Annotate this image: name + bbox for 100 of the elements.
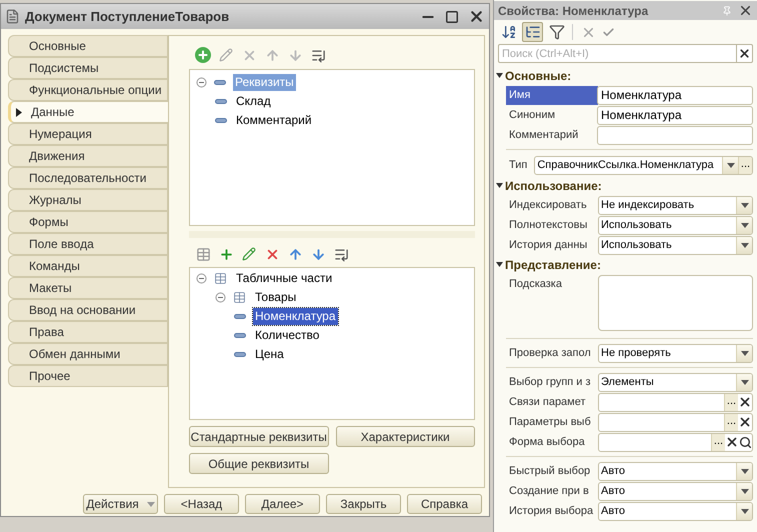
dropdown-icon[interactable] (736, 216, 752, 234)
field-value: СправочникСсылка.Номенклатура (536, 158, 715, 173)
type-field[interactable]: СправочникСсылка.Номенклатура ... (534, 156, 753, 174)
tab[interactable]: Функциональные опции (8, 79, 168, 101)
tree-item[interactable]: Товары (253, 289, 298, 306)
dropdown-icon[interactable] (736, 344, 752, 362)
close-icon[interactable] (468, 8, 485, 25)
tab[interactable]: Движения (8, 145, 168, 167)
dropdown-icon[interactable] (736, 236, 752, 254)
button[interactable]: Общие реквизиты (189, 453, 328, 474)
attribute-icon (234, 314, 246, 319)
dropdown-field[interactable]: Элементы (598, 372, 753, 392)
property-label: Параметры выб (508, 414, 592, 430)
collapse-icon[interactable] (496, 72, 503, 79)
property-label[interactable]: Синоним (506, 106, 598, 124)
add-icon (218, 246, 234, 262)
property-label: Подсказка (508, 277, 563, 292)
tab-label: Права (29, 324, 64, 341)
search-icon[interactable] (739, 436, 752, 448)
more-button[interactable]: ... (724, 414, 738, 430)
tab-label: Ввод на основании (29, 302, 136, 319)
maximize-icon[interactable] (445, 10, 459, 24)
close-icon[interactable] (738, 3, 753, 18)
field-value: Использовать (600, 218, 673, 233)
collapse-icon[interactable] (496, 261, 503, 268)
tab[interactable]: Команды (8, 255, 168, 277)
tab[interactable]: Основные (8, 35, 168, 57)
button[interactable]: Характеристики (336, 426, 475, 447)
apply-icon[interactable] (602, 26, 615, 38)
field-value: Элементы (600, 374, 655, 390)
button[interactable]: Действия (83, 494, 158, 514)
tree-item[interactable]: Номенклатура (253, 308, 338, 325)
dropdown-field[interactable]: Авто (598, 462, 753, 480)
tab-label: Поле ввода (29, 236, 94, 253)
dropdown-icon[interactable] (722, 156, 738, 174)
tab[interactable]: Макеты (8, 277, 168, 299)
more-button[interactable]: ... (724, 394, 738, 410)
picker-field[interactable]: ... (598, 412, 753, 432)
dropdown-field[interactable]: Использовать (598, 216, 753, 234)
dropdown-field[interactable]: Авто (598, 502, 753, 520)
more-button[interactable]: ... (711, 434, 725, 450)
tree-item[interactable]: Склад (234, 93, 273, 110)
dropdown-icon[interactable] (736, 374, 752, 390)
tree-item[interactable]: Комментарий (234, 112, 314, 129)
tab[interactable]: Данные (8, 101, 168, 123)
tab-label: Функциональные опции (29, 82, 162, 99)
dropdown-icon[interactable] (736, 482, 752, 500)
dropdown-field[interactable]: Использовать (598, 236, 753, 254)
collapse-icon[interactable] (215, 292, 226, 303)
button[interactable]: Справка (407, 494, 482, 514)
tab[interactable]: Последовательности (8, 167, 168, 189)
tab-label: Движения (29, 148, 85, 165)
tab-label: Журналы (29, 192, 82, 209)
button[interactable]: Закрыть (326, 494, 401, 514)
dropdown-icon[interactable] (736, 196, 752, 214)
tab[interactable]: Нумерация (8, 123, 168, 145)
list-icon (334, 246, 348, 262)
text-field[interactable] (597, 126, 753, 144)
more-button[interactable]: ... (738, 156, 752, 174)
dropdown-field[interactable]: Не индексировать (598, 196, 753, 214)
toolbar-button[interactable] (522, 22, 543, 42)
dropdown-icon[interactable] (736, 502, 752, 520)
collapse-icon[interactable] (196, 273, 207, 284)
table-icon (233, 291, 246, 304)
attribute-icon (214, 80, 226, 85)
tree-list-icon (524, 24, 540, 40)
clear-icon[interactable] (725, 435, 739, 449)
tab[interactable]: Обмен данными (8, 343, 168, 365)
tab[interactable]: Подсистемы (8, 57, 168, 79)
tree-item[interactable]: Количество (253, 327, 322, 344)
dropdown-icon[interactable] (736, 462, 752, 480)
pencil-icon (219, 48, 233, 62)
button[interactable]: Далее> (245, 494, 320, 514)
picker-field[interactable]: ... (598, 392, 753, 412)
dropdown-field[interactable]: Авто (598, 482, 753, 500)
button[interactable]: Стандартные реквизиты (189, 426, 328, 447)
section-header: Основные: (505, 68, 572, 84)
tree-item[interactable]: Табличные части (234, 270, 334, 287)
dropdown-field[interactable]: Не проверять (598, 344, 753, 362)
property-label[interactable]: Имя (506, 86, 598, 104)
section-header: Использование: (505, 178, 602, 194)
text-field[interactable]: Номенклатура (597, 106, 753, 124)
collapse-icon[interactable] (196, 77, 207, 88)
search-field[interactable]: Поиск (Ctrl+Alt+I) (498, 44, 737, 63)
tab[interactable]: Прочее (8, 365, 168, 387)
property-label[interactable]: Комментарий (506, 126, 598, 144)
arrow-down-icon (288, 48, 302, 62)
clear-icon[interactable] (738, 415, 752, 429)
tree-item[interactable]: Цена (253, 346, 286, 363)
text-field[interactable]: Номенклатура (597, 86, 753, 104)
button[interactable]: <Назад (164, 494, 239, 514)
clear-button[interactable] (737, 44, 753, 63)
tab[interactable]: Поле ввода (8, 233, 168, 255)
picker-field[interactable]: ... (598, 432, 753, 452)
tab[interactable]: Права (8, 321, 168, 343)
collapse-icon[interactable] (496, 182, 503, 189)
clear-icon[interactable] (738, 395, 752, 409)
tab[interactable]: Журналы (8, 189, 168, 211)
tab[interactable]: Формы (8, 211, 168, 233)
tab[interactable]: Ввод на основании (8, 299, 168, 321)
